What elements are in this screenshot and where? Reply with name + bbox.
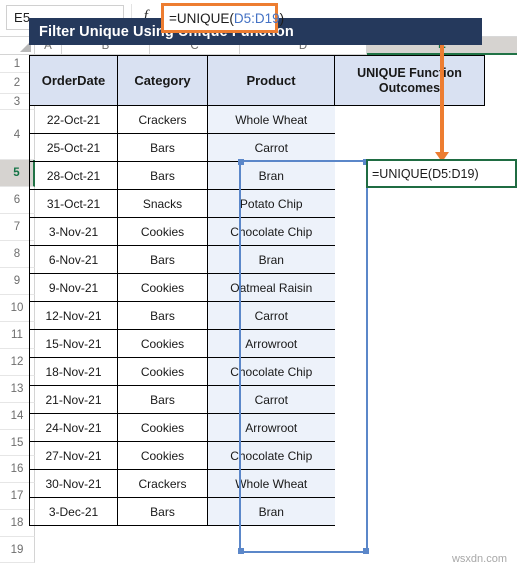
formula-input[interactable]: =UNIQUE(D5:D19) — [161, 3, 284, 33]
table-row: 3-Nov-21 Cookies Chocolate Chip — [29, 217, 485, 246]
table-row: 9-Nov-21 Cookies Oatmeal Raisin — [29, 273, 485, 302]
cell-category[interactable]: Crackers — [117, 469, 208, 498]
cell-category[interactable]: Cookies — [117, 357, 208, 386]
data-table: OrderDate Category Product UNIQUE Functi… — [29, 55, 485, 526]
table-header-row: OrderDate Category Product UNIQUE Functi… — [29, 55, 485, 106]
cell-category[interactable]: Cookies — [117, 217, 208, 246]
cell-unique-outcome[interactable] — [334, 329, 485, 358]
cell-unique-outcome[interactable] — [334, 189, 485, 218]
cell-order-date[interactable]: 28-Oct-21 — [29, 161, 118, 190]
cell-category[interactable]: Cookies — [117, 329, 208, 358]
cell-product[interactable]: Bran — [207, 161, 335, 190]
table-row: 27-Nov-21 Cookies Chocolate Chip — [29, 441, 485, 470]
cell-order-date[interactable]: 22-Oct-21 — [29, 105, 118, 134]
table-row: 22-Oct-21 Crackers Whole Wheat — [29, 105, 485, 134]
cell-product[interactable]: Oatmeal Raisin — [207, 273, 335, 302]
cell-order-date[interactable]: 21-Nov-21 — [29, 385, 118, 414]
table-row: 25-Oct-21 Bars Carrot — [29, 133, 485, 162]
cell-unique-outcome[interactable] — [334, 469, 485, 498]
table-row: 15-Nov-21 Cookies Arrowroot — [29, 329, 485, 358]
cell-order-date[interactable]: 3-Dec-21 — [29, 497, 118, 526]
table-row: 21-Nov-21 Bars Carrot — [29, 385, 485, 414]
cell-unique-outcome[interactable] — [334, 497, 485, 526]
formula-range-reference: D5:D19 — [233, 10, 280, 26]
cell-product[interactable]: Whole Wheat — [207, 469, 335, 498]
cell-product[interactable]: Carrot — [207, 133, 335, 162]
cell-unique-outcome[interactable] — [334, 301, 485, 330]
cell-order-date[interactable]: 3-Nov-21 — [29, 217, 118, 246]
cell-product[interactable]: Carrot — [207, 385, 335, 414]
cell-category[interactable]: Cookies — [117, 441, 208, 470]
cell-product[interactable]: Bran — [207, 497, 335, 526]
cell-product[interactable]: Arrowroot — [207, 413, 335, 442]
cell-unique-outcome[interactable] — [334, 105, 485, 134]
selection-handle-bottom-left[interactable] — [238, 548, 244, 554]
cell-unique-outcome[interactable] — [334, 273, 485, 302]
table-row: 18-Nov-21 Cookies Chocolate Chip — [29, 357, 485, 386]
cell-unique-outcome[interactable] — [334, 357, 485, 386]
cell-order-date[interactable]: 9-Nov-21 — [29, 273, 118, 302]
table-row: 3-Dec-21 Bars Bran — [29, 497, 485, 526]
cell-product[interactable]: Carrot — [207, 301, 335, 330]
cell-category[interactable]: Bars — [117, 497, 208, 526]
cell-category[interactable]: Snacks — [117, 189, 208, 218]
cell-unique-outcome[interactable] — [334, 385, 485, 414]
cell-order-date[interactable]: 31-Oct-21 — [29, 189, 118, 218]
cell-unique-outcome[interactable] — [334, 413, 485, 442]
cell-product[interactable]: Chocolate Chip — [207, 441, 335, 470]
column-header-unique-outcomes: UNIQUE Function Outcomes — [334, 55, 485, 106]
cell-order-date[interactable]: 6-Nov-21 — [29, 245, 118, 274]
cell-category[interactable]: Crackers — [117, 105, 208, 134]
cell-product[interactable]: Chocolate Chip — [207, 357, 335, 386]
row-header-19[interactable]: 19 — [0, 537, 35, 563]
cell-product[interactable]: Bran — [207, 245, 335, 274]
table-row: 6-Nov-21 Bars Bran — [29, 245, 485, 274]
cell-product[interactable]: Chocolate Chip — [207, 217, 335, 246]
cell-category[interactable]: Cookies — [117, 273, 208, 302]
cell-category[interactable]: Cookies — [117, 413, 208, 442]
formula-suffix: ) — [279, 10, 285, 26]
name-box-value: E5 — [14, 10, 31, 25]
cell-order-date[interactable]: 24-Nov-21 — [29, 413, 118, 442]
cell-order-date[interactable]: 25-Oct-21 — [29, 133, 118, 162]
table-row: 24-Nov-21 Cookies Arrowroot — [29, 413, 485, 442]
cell-order-date[interactable]: 30-Nov-21 — [29, 469, 118, 498]
cell-category[interactable]: Bars — [117, 301, 208, 330]
formula-prefix: =UNIQUE( — [169, 10, 234, 26]
cell-unique-outcome[interactable] — [334, 245, 485, 274]
cell-unique-outcome[interactable] — [334, 441, 485, 470]
active-cell-content: =UNIQUE(D5:D19) — [372, 166, 479, 181]
table-row: 30-Nov-21 Crackers Whole Wheat — [29, 469, 485, 498]
table-row: 12-Nov-21 Bars Carrot — [29, 301, 485, 330]
cell-unique-outcome[interactable] — [334, 217, 485, 246]
formula-text: =UNIQUE(D5:D19) — [169, 11, 284, 26]
active-cell-e5[interactable]: =UNIQUE(D5:D19) — [366, 159, 517, 188]
table-row: 31-Oct-21 Snacks Potato Chip — [29, 189, 485, 218]
cell-category[interactable]: Bars — [117, 385, 208, 414]
column-header-orderdate: OrderDate — [29, 55, 118, 106]
cell-product[interactable]: Whole Wheat — [207, 105, 335, 134]
cell-category[interactable]: Bars — [117, 245, 208, 274]
annotation-connector-vertical-lower — [440, 96, 444, 154]
column-header-category: Category — [117, 55, 208, 106]
table-head: OrderDate Category Product UNIQUE Functi… — [29, 55, 485, 106]
cell-order-date[interactable]: 27-Nov-21 — [29, 441, 118, 470]
selection-handle-bottom-right[interactable] — [363, 548, 369, 554]
cell-unique-outcome[interactable] — [334, 133, 485, 162]
column-header-product: Product — [207, 55, 335, 106]
cell-order-date[interactable]: 18-Nov-21 — [29, 357, 118, 386]
cell-order-date[interactable]: 15-Nov-21 — [29, 329, 118, 358]
watermark: wsxdn.com — [451, 553, 507, 565]
cell-product[interactable]: Potato Chip — [207, 189, 335, 218]
cell-product[interactable]: Arrowroot — [207, 329, 335, 358]
cell-order-date[interactable]: 12-Nov-21 — [29, 301, 118, 330]
cell-category[interactable]: Bars — [117, 133, 208, 162]
cell-category[interactable]: Bars — [117, 161, 208, 190]
